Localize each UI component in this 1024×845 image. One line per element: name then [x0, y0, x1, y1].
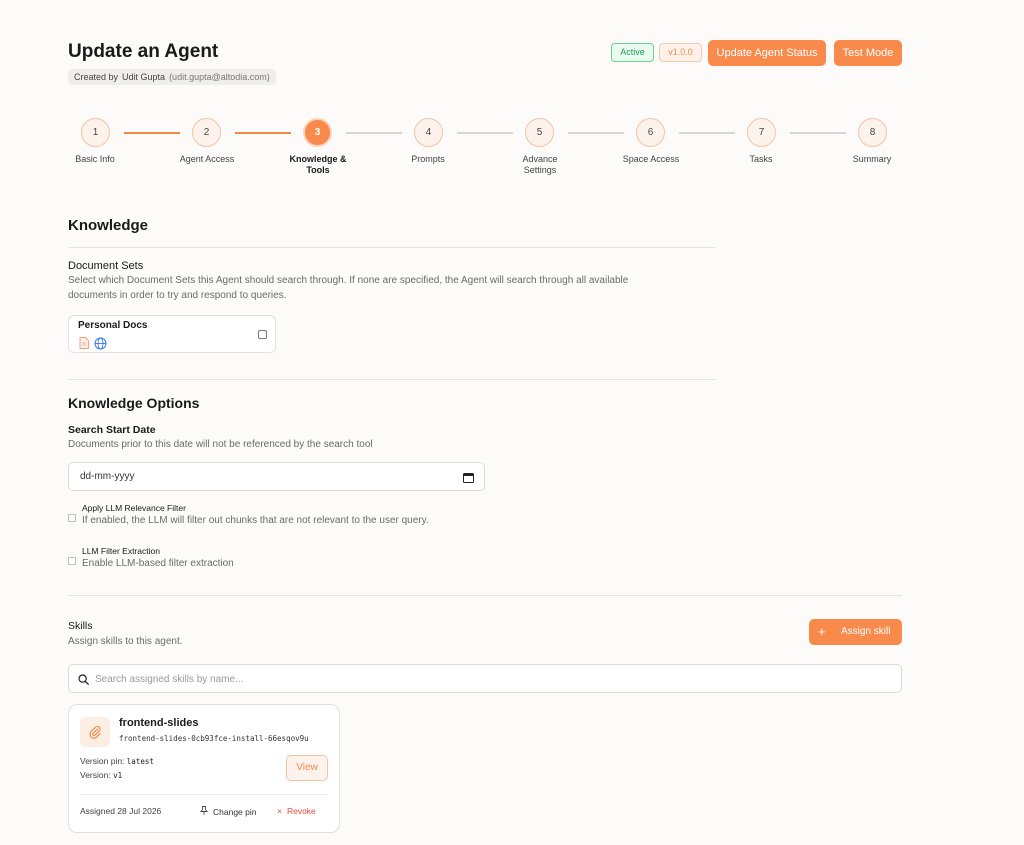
assign-skill-button[interactable]: + Assign skill — [809, 619, 902, 645]
step-3-label: Knowledge & Tools — [289, 154, 347, 175]
step-1-circle[interactable]: 1 — [81, 118, 110, 147]
divider — [68, 247, 716, 248]
close-icon: × — [277, 806, 282, 816]
version-badge: v1.0.0 — [659, 43, 702, 62]
created-by-name: Udit Gupta — [122, 72, 166, 82]
step-8-label: Summary — [852, 154, 892, 164]
created-by-label: Created by — [74, 72, 119, 82]
step-4-label: Prompts — [411, 154, 445, 164]
skill-version-pin: Version pin: latest — [80, 756, 154, 766]
step-connector — [790, 132, 846, 134]
document-set-checkbox[interactable] — [258, 330, 267, 339]
step-2-circle[interactable]: 2 — [192, 118, 221, 147]
created-by: Created by Udit Gupta (udit.gupta@altodia.… — [68, 69, 276, 85]
skill-version: Version: v1 — [80, 770, 122, 780]
change-pin-button[interactable]: Change pin — [200, 806, 256, 817]
step-6-label: Space Access — [622, 154, 680, 164]
skills-search-input[interactable] — [95, 671, 875, 687]
version-label: Version: — [80, 770, 111, 780]
document-sets-label: Document Sets — [68, 260, 144, 272]
search-start-date-description: Documents prior to this date will not be… — [68, 439, 373, 450]
file-icon — [79, 337, 89, 349]
divider — [68, 595, 902, 596]
step-5-label: Advance Settings — [522, 154, 558, 175]
step-connector — [346, 132, 402, 134]
pin-icon — [200, 806, 208, 817]
change-pin-label: Change pin — [213, 807, 257, 817]
step-2-label: Agent Access — [179, 154, 235, 164]
update-agent-status-button[interactable]: Update Agent Status — [708, 40, 826, 66]
llm-relevance-filter-description: If enabled, the LLM will filter out chun… — [82, 515, 429, 526]
llm-filter-extraction-description: Enable LLM-based filter extraction — [82, 558, 234, 569]
status-badge: Active — [611, 43, 654, 62]
created-by-email: (udit.gupta@altodia.com) — [169, 72, 270, 82]
divider — [80, 794, 328, 795]
plus-icon: + — [818, 624, 826, 639]
search-start-date-label: Search Start Date — [68, 424, 156, 436]
calendar-icon[interactable] — [463, 472, 474, 483]
step-7-label: Tasks — [749, 154, 773, 164]
step-connector — [124, 132, 180, 134]
llm-filter-extraction-title: LLM Filter Extraction — [82, 546, 160, 556]
step-8-circle[interactable]: 8 — [858, 118, 887, 147]
document-sets-description-line-2: documents in order to try and respond to… — [68, 290, 287, 301]
paperclip-icon — [89, 725, 101, 739]
revoke-label: Revoke — [286, 806, 316, 816]
search-icon — [78, 674, 89, 685]
step-4-circle[interactable]: 4 — [414, 118, 443, 147]
skill-name: frontend-slides — [119, 717, 199, 729]
step-connector — [679, 132, 735, 134]
step-connector — [457, 132, 513, 134]
view-skill-button[interactable]: View — [286, 755, 328, 781]
skill-card: frontend-slides frontend-slides-0cb93fce… — [68, 704, 340, 833]
step-1-label: Basic Info — [75, 154, 115, 164]
search-start-date-input[interactable]: dd-mm-yyyy — [68, 462, 485, 491]
skills-heading: Skills — [68, 620, 93, 632]
llm-filter-extraction-checkbox[interactable] — [68, 557, 76, 565]
page-title: Update an Agent — [68, 41, 219, 62]
step-5-circle[interactable]: 5 — [525, 118, 554, 147]
version-pin-value: latest — [126, 757, 154, 766]
document-set-card[interactable]: Personal Docs — [68, 315, 276, 353]
skill-icon-box — [80, 717, 110, 747]
step-connector — [568, 132, 624, 134]
step-7-circle[interactable]: 7 — [747, 118, 776, 147]
globe-icon — [94, 337, 107, 350]
skill-install-id: frontend-slides-0cb93fce-install-66esqov… — [119, 734, 309, 743]
assign-skill-label: Assign skill — [841, 626, 891, 637]
document-set-title: Personal Docs — [78, 320, 148, 331]
skills-description: Assign skills to this agent. — [68, 636, 183, 647]
version-pin-label: Version pin: — [80, 756, 125, 766]
revoke-button[interactable]: × Revoke — [277, 806, 316, 816]
skill-assigned-date: Assigned 28 Jul 2026 — [80, 806, 162, 816]
document-sets-description-line-1: Select which Document Sets this Agent sh… — [68, 275, 629, 286]
step-connector — [235, 132, 291, 134]
step-6-circle[interactable]: 6 — [636, 118, 665, 147]
knowledge-options-heading: Knowledge Options — [68, 395, 200, 411]
date-placeholder: dd-mm-yyyy — [80, 471, 135, 482]
version-value: v1 — [113, 771, 123, 780]
llm-relevance-filter-title: Apply LLM Relevance Filter — [82, 503, 186, 513]
knowledge-heading: Knowledge — [68, 217, 149, 234]
step-3-circle[interactable]: 3 — [303, 118, 332, 147]
divider — [68, 379, 716, 380]
llm-relevance-filter-checkbox[interactable] — [68, 514, 76, 522]
skills-search-field[interactable] — [68, 664, 902, 693]
test-mode-button[interactable]: Test Mode — [834, 40, 902, 66]
